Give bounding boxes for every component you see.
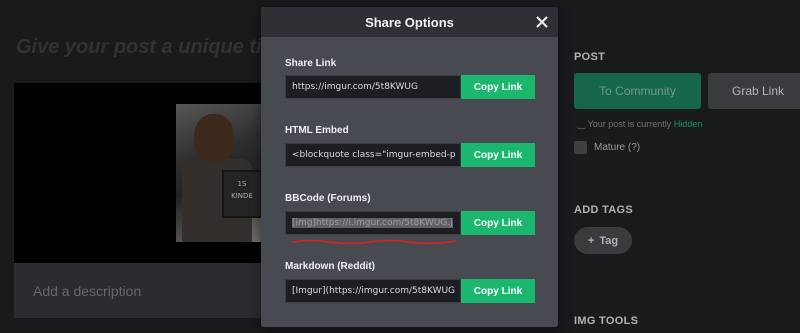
share-link-field[interactable]: https://imgur.com/5t8KWUG [285, 75, 461, 99]
bbcode-label: BBCode (Forums) [285, 193, 371, 204]
copy-bbcode-button[interactable]: Copy Link [461, 211, 535, 235]
share-options-modal: Share Options Share Link https://imgur.c… [261, 7, 558, 327]
bbcode-field[interactable]: [img]https://i.imgur.com/5t8KWUG.j [285, 211, 461, 235]
html-embed-field[interactable]: <blockquote class="imgur-embed-p [285, 143, 461, 167]
bbcode-selected-text: [img]https://i.imgur.com/5t8KWUG.j [292, 218, 453, 228]
html-embed-label: HTML Embed [285, 125, 349, 136]
share-link-label: Share Link [285, 58, 337, 69]
modal-title: Share Options [365, 15, 454, 30]
markdown-field[interactable]: [Imgur](https://imgur.com/5t8KWUG [285, 279, 461, 303]
close-icon[interactable] [535, 15, 549, 29]
red-underline-annotation [291, 239, 457, 245]
copy-share-link-button[interactable]: Copy Link [461, 75, 535, 99]
copy-markdown-button[interactable]: Copy Link [461, 279, 535, 303]
markdown-label: Markdown (Reddit) [285, 261, 375, 272]
copy-html-embed-button[interactable]: Copy Link [461, 143, 535, 167]
